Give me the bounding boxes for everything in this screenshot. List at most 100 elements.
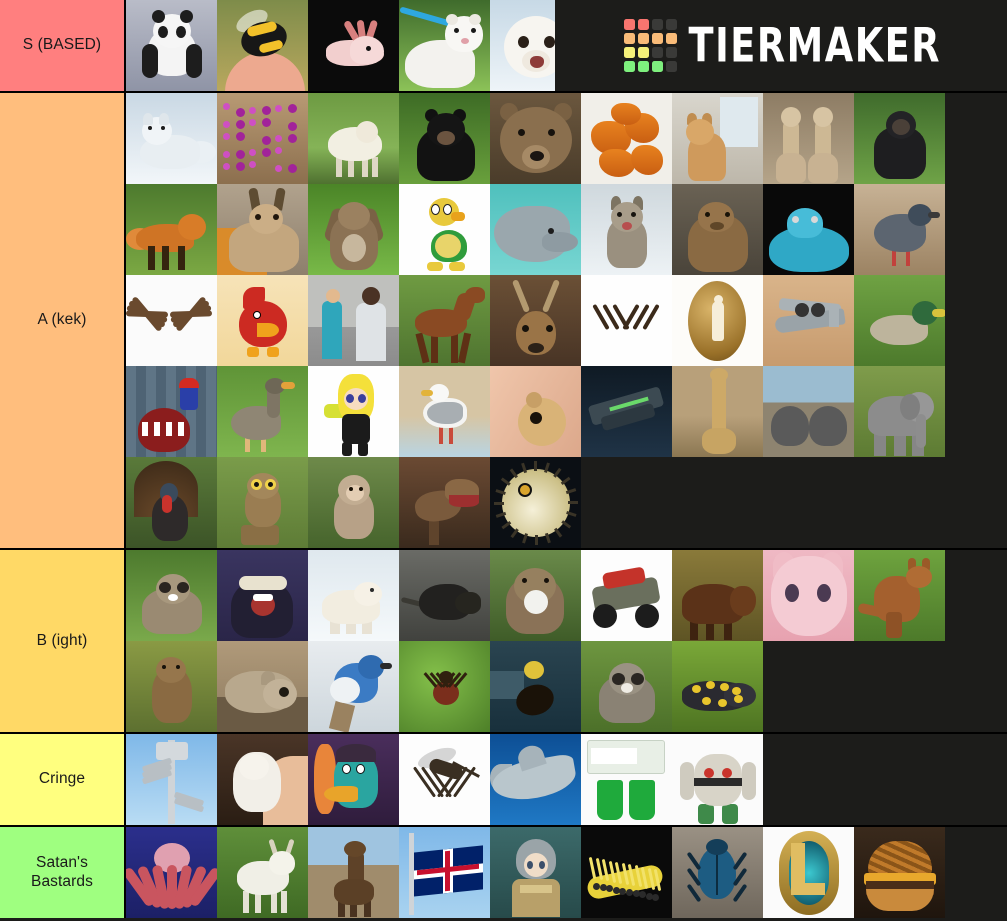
tier-item-caracal[interactable]	[217, 184, 308, 275]
tier-item-giraffe[interactable]	[672, 366, 763, 457]
tier-item-goose[interactable]	[217, 366, 308, 457]
tier-item-pink-cat-meme[interactable]	[763, 550, 854, 641]
tier-item-elephant-seals[interactable]	[763, 366, 854, 457]
tier-items-2[interactable]	[126, 550, 1007, 732]
tier-item-wild-turkey[interactable]	[126, 457, 217, 548]
wolf-part	[631, 212, 636, 217]
otter-part	[524, 590, 548, 614]
tier-item-blue-jay[interactable]	[308, 641, 399, 732]
tier-item-cockroach[interactable]	[490, 641, 581, 732]
tier-item-black-bear[interactable]	[399, 93, 490, 184]
tier-item-goat[interactable]	[217, 827, 308, 918]
tier-item-registeel-pokemon[interactable]	[672, 734, 763, 825]
tier-item-llama[interactable]	[308, 827, 399, 918]
tier-label-4[interactable]: Satan's Bastards	[0, 827, 126, 918]
otter-part	[522, 578, 527, 583]
tier-item-gorilla[interactable]	[854, 93, 945, 184]
tier-label-3[interactable]: Cringe	[0, 734, 126, 825]
tier-items-3[interactable]	[126, 734, 1007, 825]
tier-item-ant[interactable]	[581, 275, 672, 366]
a10-warthog-jet-image	[763, 275, 854, 366]
tier-item-whitetail-deer[interactable]	[490, 275, 581, 366]
tier-item-chain-chomp[interactable]	[126, 366, 217, 457]
tier-item-mosquito[interactable]	[399, 734, 490, 825]
tier-item-shiba-inu[interactable]	[672, 93, 763, 184]
tier-item-humans[interactable]	[308, 275, 399, 366]
tier-items-4[interactable]	[126, 827, 1007, 918]
tier-item-kangaroo[interactable]	[854, 550, 945, 641]
tier-item-a10-warthog-jet[interactable]	[763, 275, 854, 366]
tier-item-honey-badger[interactable]	[217, 550, 308, 641]
tier-item-capybara[interactable]	[672, 184, 763, 275]
tier-item-polar-bear[interactable]	[308, 550, 399, 641]
tier-item-human-in-amber[interactable]	[672, 275, 763, 366]
tier-item-seagull[interactable]	[399, 366, 490, 457]
tier-item-otter[interactable]	[490, 550, 581, 641]
tier-item-hamster[interactable]	[490, 366, 581, 457]
tier-item-lop-rabbit[interactable]	[308, 184, 399, 275]
logo-cell-0-1	[637, 19, 649, 30]
tier-item-cardinal-bird-cartoon[interactable]	[217, 275, 308, 366]
tier-item-mallard-duck[interactable]	[854, 275, 945, 366]
tier-item-blue-beetle[interactable]	[672, 827, 763, 918]
tier-item-axolotl[interactable]	[308, 0, 399, 91]
raccoon-dog-part	[159, 582, 171, 593]
tier-item-great-white-shark[interactable]	[490, 734, 581, 825]
arctic-fox-part	[143, 113, 153, 125]
tier-item-blue-viper-snake[interactable]	[763, 184, 854, 275]
tier-item-gjallarhorn[interactable]	[581, 366, 672, 457]
tier-item-ferret[interactable]	[399, 0, 490, 91]
tier-item-marmot[interactable]	[126, 641, 217, 732]
tier-label-1[interactable]: A (kek)	[0, 93, 126, 548]
tier-item-tick[interactable]	[399, 641, 490, 732]
tier-item-tarantula[interactable]	[126, 275, 217, 366]
tier-item-sea-anemone[interactable]	[217, 93, 308, 184]
tier-items-1[interactable]	[126, 93, 1007, 548]
tier-item-pufferfish[interactable]	[490, 457, 581, 548]
tier-item-koopa-troopa[interactable]	[399, 184, 490, 275]
tier-item-caterpillar[interactable]	[581, 827, 672, 918]
tier-item-uk-flag[interactable]	[399, 827, 490, 918]
tier-item-burger[interactable]	[854, 827, 945, 918]
tier-item-horse[interactable]	[399, 275, 490, 366]
burrowing-owl-part	[241, 525, 279, 545]
tier-item-white-rat[interactable]	[217, 734, 308, 825]
polar-bear-image	[308, 550, 399, 641]
tier-item-rat[interactable]	[399, 550, 490, 641]
tier-item-panda[interactable]	[126, 0, 217, 91]
tier-item-cat[interactable]	[217, 641, 308, 732]
tier-item-wolf[interactable]	[581, 184, 672, 275]
tier-item-moose[interactable]	[672, 550, 763, 641]
tier-item-grizzly-bear[interactable]	[490, 93, 581, 184]
tier-item-raccoon[interactable]	[581, 641, 672, 732]
tier-item-fire-salamander[interactable]	[672, 641, 763, 732]
tier-item-raptor-dinosaur[interactable]	[399, 457, 490, 548]
puffer-detail	[568, 501, 578, 504]
tier-item-anime-character[interactable]	[490, 827, 581, 918]
tier-item-elephant[interactable]	[854, 366, 945, 457]
tier-item-octopus[interactable]	[126, 827, 217, 918]
tier-item-league-of-legends-logo[interactable]	[763, 827, 854, 918]
tarantula-image	[126, 275, 217, 366]
tier-item-arctic-fox[interactable]	[126, 93, 217, 184]
tier-item-splatoon-inkling[interactable]	[308, 366, 399, 457]
tier-label-0[interactable]: S (BASED)	[0, 0, 126, 91]
tier-item-pigeon[interactable]	[854, 184, 945, 275]
tier-item-alpacas[interactable]	[763, 93, 854, 184]
tier-item-burrowing-owl[interactable]	[217, 457, 308, 548]
tier-item-baby-macaque[interactable]	[308, 457, 399, 548]
burger-image	[854, 827, 945, 918]
tier-item-jello-cups[interactable]	[581, 734, 672, 825]
tier-item-red-fox[interactable]	[126, 184, 217, 275]
tier-item-fried-chicken[interactable]	[581, 93, 672, 184]
tier-item-halo-warthog[interactable]	[581, 550, 672, 641]
tier-item-perry-the-platypus[interactable]	[308, 734, 399, 825]
tier-item-dolphin[interactable]	[490, 184, 581, 275]
tier-item-bumblebee[interactable]	[217, 0, 308, 91]
tier-label-2[interactable]: B (ight)	[0, 550, 126, 732]
cardinal-bird-cartoon-part	[257, 323, 279, 337]
tier-item-cell-tower[interactable]	[126, 734, 217, 825]
tiermaker-logo[interactable]: TIERMAKER	[555, 0, 1007, 91]
tier-item-sheep[interactable]	[308, 93, 399, 184]
tier-item-raccoon-dog[interactable]	[126, 550, 217, 641]
